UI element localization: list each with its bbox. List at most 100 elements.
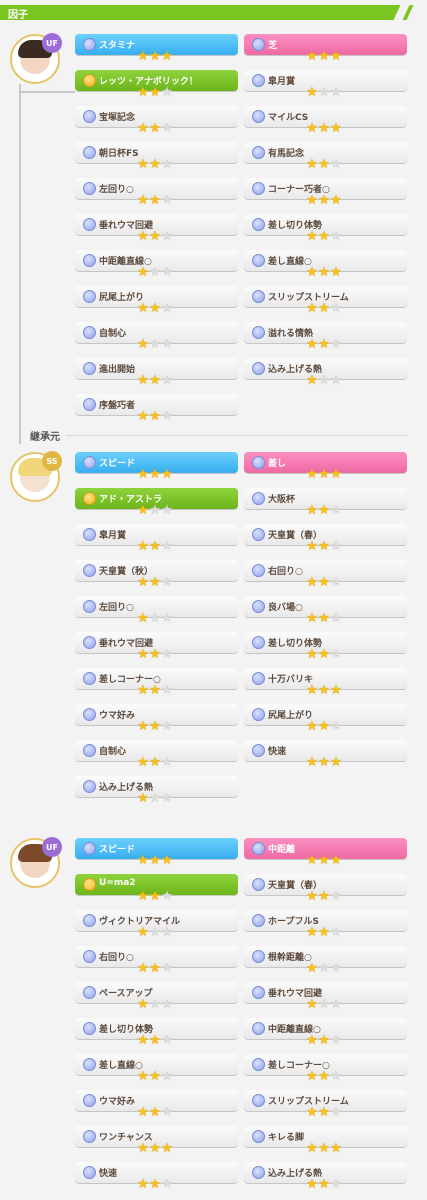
factor-card[interactable]: 天皇賞（春） ★ ★ ★ [244,524,409,556]
factor-card[interactable]: スピード ★ ★ ★ [75,452,240,484]
star-filled-icon: ★ [149,49,161,64]
factor-card[interactable]: スリップストリーム ★ ★ ★ [244,1090,409,1122]
factor-card[interactable]: 垂れウマ回避 ★ ★ ★ [75,214,240,246]
star-filled-icon: ★ [137,301,149,316]
parent-avatar[interactable]: UF [10,837,62,888]
factor-card[interactable]: 尻尾上がり ★ ★ ★ [75,286,240,318]
factor-card[interactable]: 込み上げる熱 ★ ★ ★ [75,776,240,808]
star-filled-icon: ★ [330,467,342,482]
factor-gem-icon [252,636,265,649]
star-filled-icon: ★ [306,193,318,208]
star-filled-icon: ★ [318,1141,330,1156]
factor-card[interactable]: スリップストリーム ★ ★ ★ [244,286,409,318]
factor-card[interactable]: 差し直線○ ★ ★ ★ [244,250,409,282]
factor-card[interactable]: U=ma2 ★ ★ ★ [75,874,240,906]
star-rating: ★ ★ ★ [306,85,342,101]
factor-name: スタミナ [99,41,136,51]
factor-card[interactable]: 芝 ★ ★ ★ [244,34,409,66]
factor-card[interactable]: 左回り○ ★ ★ ★ [75,596,240,628]
factor-card[interactable]: 差しコーナー○ ★ ★ ★ [75,668,240,700]
factor-card[interactable]: スタミナ ★ ★ ★ [75,34,240,66]
star-filled-icon: ★ [306,1069,318,1084]
factor-card[interactable]: 快速 ★ ★ ★ [75,1162,240,1194]
star-rating: ★ ★ ★ [306,539,342,555]
star-rating: ★ ★ ★ [306,373,342,389]
factor-card[interactable]: 差し切り体勢 ★ ★ ★ [244,632,409,664]
star-empty-icon: ★ [161,961,173,976]
star-filled-icon: ★ [330,853,342,868]
factor-card[interactable]: スピード ★ ★ ★ [75,838,240,870]
factor-card[interactable]: 快速 ★ ★ ★ [244,740,409,772]
factor-card[interactable]: 中距離直線○ ★ ★ ★ [244,1018,409,1050]
factor-gem-icon [83,1130,96,1143]
star-empty-icon: ★ [330,925,342,940]
star-filled-icon: ★ [137,1105,149,1120]
factor-card[interactable]: 根幹距離○ ★ ★ ★ [244,946,409,978]
factor-card[interactable]: 自制心 ★ ★ ★ [75,740,240,772]
parent-avatar[interactable]: SS [10,451,62,502]
factor-card[interactable]: 差しコーナー○ ★ ★ ★ [244,1054,409,1086]
factor-card[interactable]: アド・アストラ ★ ★ ★ [75,488,240,520]
star-empty-icon: ★ [149,265,161,280]
star-rating: ★ ★ ★ [137,539,173,555]
factor-card[interactable]: 自制心 ★ ★ ★ [75,322,240,354]
star-empty-icon: ★ [161,539,173,554]
factor-card[interactable]: 中距離直線○ ★ ★ ★ [75,250,240,282]
factor-card[interactable]: 差し直線○ ★ ★ ★ [75,1054,240,1086]
factor-card[interactable]: 進出開始 ★ ★ ★ [75,358,240,390]
star-empty-icon: ★ [330,85,342,100]
factor-card[interactable]: 中距離 ★ ★ ★ [244,838,409,870]
factor-gem-icon [252,878,265,891]
factor-card[interactable]: ヴィクトリアマイル ★ ★ ★ [75,910,240,942]
factor-card[interactable]: 右回り○ ★ ★ ★ [75,946,240,978]
star-rating: ★ ★ ★ [137,647,173,663]
factor-card[interactable]: 皐月賞 ★ ★ ★ [244,70,409,102]
factor-card[interactable]: 込み上げる熱 ★ ★ ★ [244,1162,409,1194]
factor-gem-icon [252,600,265,613]
factor-card[interactable]: ホープフルS ★ ★ ★ [244,910,409,942]
factor-card[interactable]: 序盤巧者 ★ ★ ★ [75,394,240,426]
factor-card[interactable]: 垂れウマ回避 ★ ★ ★ [75,632,240,664]
factor-card[interactable]: 宝塚記念 ★ ★ ★ [75,106,240,138]
factor-card[interactable]: 良バ場○ ★ ★ ★ [244,596,409,628]
star-filled-icon: ★ [137,925,149,940]
star-empty-icon: ★ [318,961,330,976]
tree-connector [19,91,75,93]
factor-card[interactable]: 差し ★ ★ ★ [244,452,409,484]
factor-card[interactable]: 右回り○ ★ ★ ★ [244,560,409,592]
factor-card[interactable]: キレる脚 ★ ★ ★ [244,1126,409,1158]
star-rating: ★ ★ ★ [306,575,342,591]
factor-card[interactable]: ペースアップ ★ ★ ★ [75,982,240,1014]
factor-gem-icon [83,708,96,721]
factor-card[interactable]: 天皇賞（春） ★ ★ ★ [244,874,409,906]
factor-card[interactable]: コーナー巧者○ ★ ★ ★ [244,178,409,210]
factor-card[interactable]: 大阪杯 ★ ★ ★ [244,488,409,520]
star-rating: ★ ★ ★ [137,755,173,771]
factor-gem-icon [252,1130,265,1143]
star-filled-icon: ★ [318,467,330,482]
factor-card[interactable]: マイルCS ★ ★ ★ [244,106,409,138]
star-empty-icon: ★ [161,611,173,626]
factor-card[interactable]: レッツ・アナボリック！ ★ ★ ★ [75,70,240,102]
factor-card[interactable]: 溢れる情熱 ★ ★ ★ [244,322,409,354]
star-filled-icon: ★ [318,539,330,554]
factor-card[interactable]: 天皇賞（秋） ★ ★ ★ [75,560,240,592]
factor-card[interactable]: ワンチャンス ★ ★ ★ [75,1126,240,1158]
factor-card[interactable]: 込み上げる熱 ★ ★ ★ [244,358,409,390]
factor-card[interactable]: 左回り○ ★ ★ ★ [75,178,240,210]
factor-card[interactable]: 差し切り体勢 ★ ★ ★ [75,1018,240,1050]
factor-card[interactable]: 皐月賞 ★ ★ ★ [75,524,240,556]
factor-card[interactable]: 十万バリキ ★ ★ ★ [244,668,409,700]
star-rating: ★ ★ ★ [306,997,342,1013]
factor-card[interactable]: 垂れウマ回避 ★ ★ ★ [244,982,409,1014]
star-rating: ★ ★ ★ [306,1069,342,1085]
factor-card[interactable]: 朝日杯FS ★ ★ ★ [75,142,240,174]
factor-gem-icon [83,986,96,999]
factor-card[interactable]: ウマ好み ★ ★ ★ [75,1090,240,1122]
factor-card[interactable]: 尻尾上がり ★ ★ ★ [244,704,409,736]
parent-avatar[interactable]: UF [10,33,62,84]
factor-card[interactable]: 差し切り体勢 ★ ★ ★ [244,214,409,246]
factor-card[interactable]: ウマ好み ★ ★ ★ [75,704,240,736]
factor-card[interactable]: 有馬記念 ★ ★ ★ [244,142,409,174]
star-filled-icon: ★ [137,575,149,590]
